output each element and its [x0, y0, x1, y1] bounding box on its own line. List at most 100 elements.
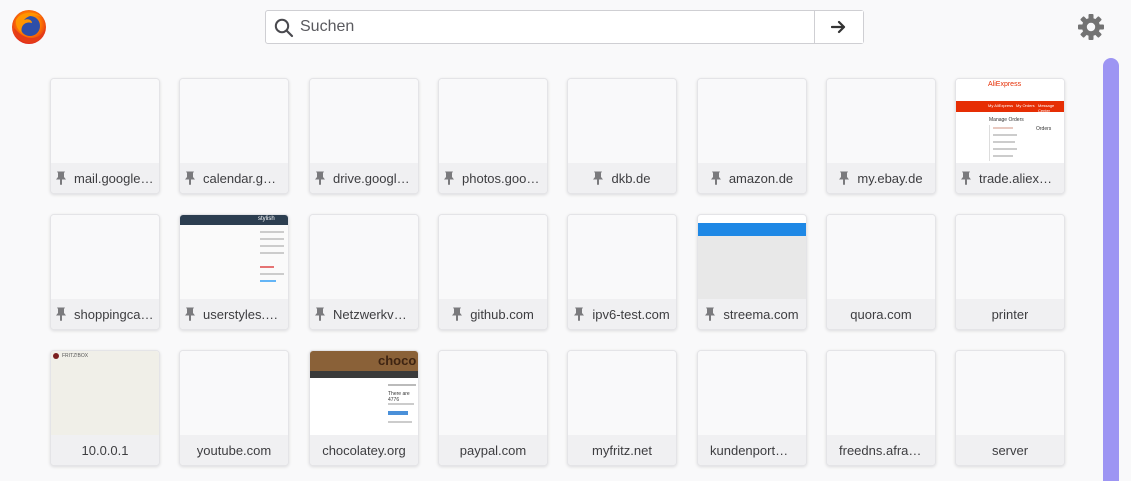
top-site-tile[interactable]: youtube.com [179, 350, 289, 466]
tile-thumbnail: AliExpress My AliExpress My Orders Messa… [956, 79, 1064, 163]
top-site-tile[interactable]: dkb.de [567, 78, 677, 194]
top-site-tile[interactable]: paypal.com [438, 350, 548, 466]
tile-thumbnail [698, 351, 806, 435]
tile-label: 10.0.0.1 [81, 442, 129, 458]
top-site-tile[interactable]: ipv6-test.com [567, 214, 677, 330]
top-site-tile[interactable]: Netzwerkver... [309, 214, 419, 330]
tile-label: myfritz.net [592, 442, 652, 458]
tile-thumbnail: stylish [180, 215, 288, 299]
search-icon [274, 18, 294, 38]
tile-label-bar: trade.aliexpre... [956, 163, 1064, 193]
top-site-tile[interactable]: quora.com [826, 214, 936, 330]
top-site-tile[interactable]: freedns.afraid.org [826, 350, 936, 466]
tile-thumbnail [310, 215, 418, 299]
top-site-tile[interactable]: my.ebay.de [826, 78, 936, 194]
top-site-tile[interactable]: AliExpress My AliExpress My Orders Messa… [955, 78, 1065, 194]
tile-label: streema.com [723, 306, 799, 322]
top-site-tile[interactable]: shoppingcart... [50, 214, 160, 330]
tile-label-bar: printer [956, 299, 1064, 329]
thumb-line: There are 4776 [388, 391, 410, 403]
tile-label-bar: amazon.de [698, 163, 806, 193]
tile-label-bar: drive.google.... [310, 163, 418, 193]
tile-label: kundenportal.str... [710, 442, 794, 458]
pin-icon [185, 171, 195, 185]
tile-label: userstyles.org [203, 306, 283, 322]
pin-icon [839, 171, 850, 185]
tile-label-bar: userstyles.org [180, 299, 288, 329]
tile-thumbnail [827, 215, 935, 299]
tile-label-bar: paypal.com [439, 435, 547, 465]
tile-label-bar: quora.com [827, 299, 935, 329]
pin-icon [56, 171, 66, 185]
thumb-menu: My Orders [1016, 103, 1035, 108]
tile-thumbnail [180, 79, 288, 163]
tile-label-bar: myfritz.net [568, 435, 676, 465]
scrollbar-thumb[interactable] [1103, 58, 1119, 481]
top-site-tile[interactable]: kundenportal.str... [697, 350, 807, 466]
tile-label: freedns.afraid.org [839, 442, 923, 458]
pin-icon [710, 171, 721, 185]
tile-thumbnail: FRITZ!BOX [51, 351, 159, 435]
tile-thumbnail [51, 79, 159, 163]
tile-thumbnail [568, 79, 676, 163]
search-input[interactable] [300, 12, 810, 42]
tile-thumbnail [827, 351, 935, 435]
tile-thumbnail [956, 215, 1064, 299]
tile-label: amazon.de [728, 170, 794, 186]
thumb-brand: AliExpress [988, 81, 1022, 88]
tile-thumbnail [568, 351, 676, 435]
top-site-tile[interactable]: calendar.goo... [179, 78, 289, 194]
top-site-tile[interactable]: stylish userstyles.org [179, 214, 289, 330]
tile-label-bar: github.com [439, 299, 547, 329]
tile-label-bar: youtube.com [180, 435, 288, 465]
top-site-tile[interactable]: photos.goog... [438, 78, 548, 194]
tile-thumbnail [310, 79, 418, 163]
thumb-brand: choco [378, 353, 417, 368]
gear-icon[interactable] [1077, 13, 1105, 41]
top-site-tile[interactable]: choco There are 4776 chocolatey.org [309, 350, 419, 466]
tile-thumbnail [439, 215, 547, 299]
search-submit-button[interactable] [814, 11, 863, 43]
tile-label-bar: my.ebay.de [827, 163, 935, 193]
tile-label-bar: mail.google.... [51, 163, 159, 193]
tile-label: quora.com [850, 306, 912, 322]
tile-thumbnail [180, 351, 288, 435]
top-site-tile[interactable]: streema.com [697, 214, 807, 330]
top-site-tile[interactable]: printer [955, 214, 1065, 330]
tile-thumbnail [698, 215, 806, 299]
tile-label: drive.google.... [333, 170, 413, 186]
top-site-tile[interactable]: drive.google.... [309, 78, 419, 194]
tile-label-bar: streema.com [698, 299, 806, 329]
tile-label-bar: dkb.de [568, 163, 676, 193]
thumb-subheading: Orders [1036, 126, 1052, 132]
pin-icon [444, 171, 454, 185]
search-bar [265, 10, 864, 44]
pin-icon [56, 307, 66, 321]
thumb-menu: Message Center [1038, 103, 1055, 113]
tile-label: calendar.goo... [203, 170, 283, 186]
top-site-tile[interactable]: mail.google.... [50, 78, 160, 194]
tile-label: ipv6-test.com [592, 306, 670, 322]
tile-label-bar: calendar.goo... [180, 163, 288, 193]
top-site-tile[interactable]: myfritz.net [567, 350, 677, 466]
thumb-menu: My AliExpress [988, 103, 1014, 108]
tile-label: Netzwerkver... [333, 306, 413, 322]
tile-thumbnail [568, 215, 676, 299]
tile-label: paypal.com [459, 442, 527, 458]
pin-icon [593, 171, 604, 185]
pin-icon [315, 171, 325, 185]
top-site-tile[interactable]: server [955, 350, 1065, 466]
pin-icon [315, 307, 325, 321]
top-site-tile[interactable]: amazon.de [697, 78, 807, 194]
pin-icon [705, 307, 716, 321]
tile-label: shoppingcart... [74, 306, 154, 322]
tile-label-bar: kundenportal.str... [698, 435, 806, 465]
pin-icon [452, 307, 463, 321]
tile-label-bar: Netzwerkver... [310, 299, 418, 329]
tile-thumbnail [827, 79, 935, 163]
top-site-tile[interactable]: FRITZ!BOX 10.0.0.1 [50, 350, 160, 466]
tile-thumbnail [439, 79, 547, 163]
tile-thumbnail [956, 351, 1064, 435]
tile-thumbnail: choco There are 4776 [310, 351, 418, 435]
top-site-tile[interactable]: github.com [438, 214, 548, 330]
